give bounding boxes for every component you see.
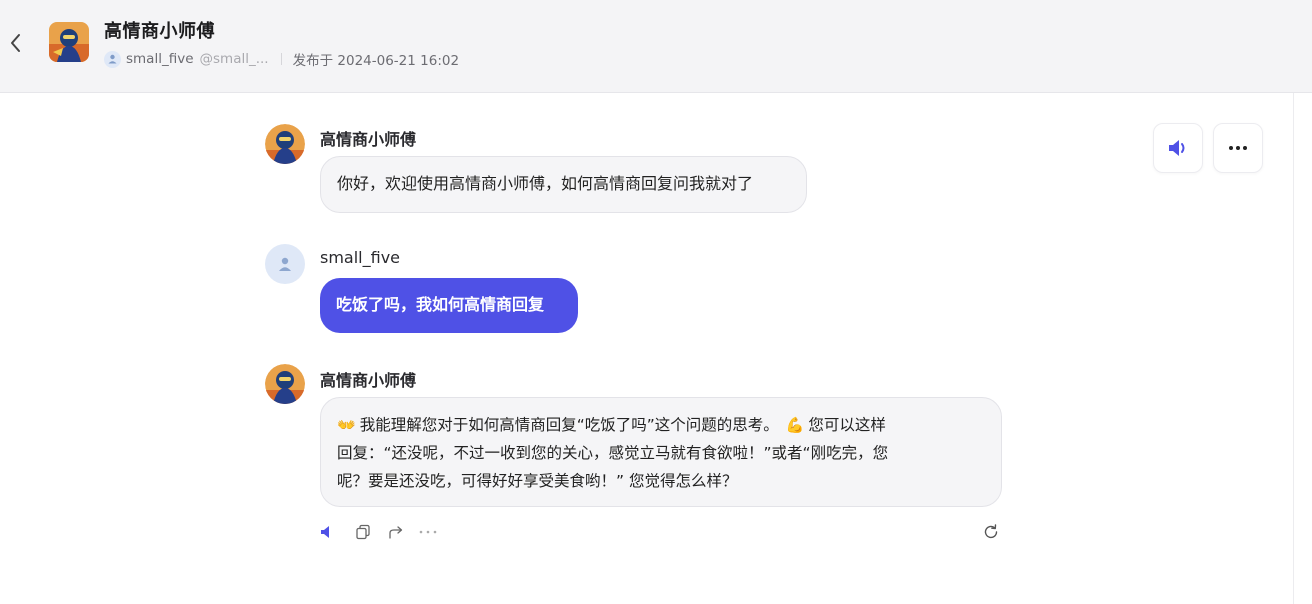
flexed-biceps-emoji: 💪 [785, 416, 805, 434]
message-sender-name: 高情商小师傅 [320, 371, 417, 390]
user-message-bubble: 吃饭了吗，我如何高情商回复 [320, 278, 578, 333]
open-hands-emoji: 👐 [337, 416, 356, 434]
bot-avatar[interactable] [265, 124, 305, 164]
author-handle: @small_... [199, 51, 269, 67]
read-aloud-button[interactable] [316, 521, 338, 543]
author-name[interactable]: small_five [126, 51, 194, 67]
message-sender-name: small_five [320, 248, 401, 267]
copy-button[interactable] [352, 521, 374, 543]
more-options-button[interactable] [1213, 123, 1263, 173]
publish-date: 发布于 2024-06-21 16:02 [292, 53, 460, 69]
message-line: 👐 我能理解您对于如何高情商回复“吃饭了吗”这个问题的思考。 💪 您可以这样 [337, 411, 985, 439]
regenerate-button[interactable] [980, 521, 1002, 543]
bot-message-bubble: 你好，欢迎使用高情商小师傅，如何高情商回复问我就对了 [320, 156, 807, 213]
copy-icon [356, 524, 370, 540]
bot-avatar[interactable] [265, 364, 305, 404]
refresh-icon [984, 524, 998, 539]
more-actions-button[interactable] [417, 521, 439, 543]
share-icon [389, 526, 403, 539]
message-sender-name: 高情商小师傅 [320, 130, 417, 149]
message-line: 呢？要是还没吃，可得好好享受美食哟！” 您觉得怎么样？ [337, 472, 738, 490]
user-icon [279, 257, 291, 271]
chevron-left-icon [11, 34, 20, 52]
user-icon [104, 50, 121, 68]
scroll-divider [1293, 93, 1294, 604]
share-button[interactable] [385, 521, 407, 543]
divider [280, 53, 282, 65]
read-aloud-button[interactable] [1153, 123, 1203, 173]
more-horizontal-icon [1229, 146, 1247, 150]
page-title: 高情商小师傅 [104, 21, 215, 42]
speaker-icon [321, 526, 329, 538]
back-button[interactable] [4, 30, 26, 56]
user-avatar[interactable] [265, 244, 305, 284]
speaker-icon [1169, 140, 1185, 156]
message-line: 回复：“还没呢，不过一收到您的关心，感觉立马就有食欲啦！”或者“刚吃完，您 [337, 444, 889, 462]
bot-meta: small_five @small_... 发布于 2024-06-21 16:… [104, 49, 459, 69]
chat-header: 高情商小师傅 small_five @small_... 发布于 2024-06… [0, 0, 1312, 93]
bot-avatar[interactable] [49, 22, 89, 62]
bot-message-bubble: 👐 我能理解您对于如何高情商回复“吃饭了吗”这个问题的思考。 💪 您可以这样 回复：… [320, 397, 1002, 507]
more-horizontal-icon [419, 530, 437, 534]
message-actions [320, 521, 1002, 543]
